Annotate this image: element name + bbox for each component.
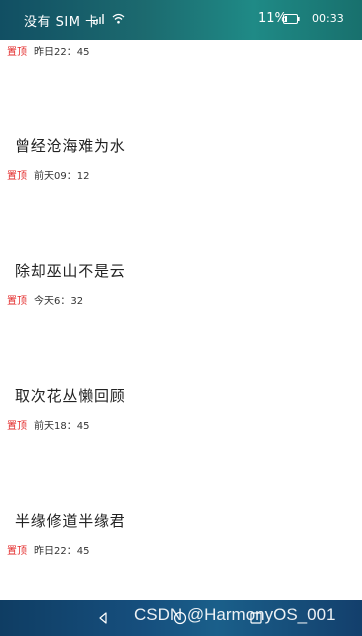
- navigation-bar: CSDN @HarmonyOS_001: [0, 600, 362, 636]
- watermark: CSDN @HarmonyOS_001: [134, 605, 336, 624]
- screen: 没有 SIM 卡 11% 00:33 置顶 昨日22：45 曾经沧海难为水 置顶…: [0, 0, 362, 636]
- item-title: 半缘修道半缘君: [15, 512, 126, 530]
- signal-icon: [93, 14, 104, 24]
- item-time: 昨日22：45: [34, 546, 90, 557]
- item-title: 曾经沧海难为水: [15, 137, 126, 155]
- pinned-tag: 置顶: [7, 421, 27, 432]
- battery-icon: [283, 14, 300, 24]
- item-time: 今天6：32: [34, 296, 84, 307]
- item-meta: 置顶 昨日22：45: [7, 43, 89, 58]
- item-title: 除却巫山不是云: [15, 262, 126, 280]
- item-meta: 置顶 昨日22：45: [7, 542, 89, 557]
- pinned-list[interactable]: 置顶 昨日22：45 曾经沧海难为水 置顶 前天09：12 除却巫山不是云 置顶 今天…: [0, 40, 362, 600]
- status-time: 00:33: [312, 12, 344, 25]
- carrier-label: 没有 SIM 卡: [24, 15, 99, 30]
- list-item[interactable]: 半缘修道半缘君 置顶 昨日22：45: [0, 470, 362, 595]
- item-time: 前天09：12: [34, 171, 90, 182]
- list-item[interactable]: 置顶 昨日22：45: [0, 40, 362, 95]
- status-bar: 没有 SIM 卡 11% 00:33: [0, 0, 362, 40]
- pinned-tag: 置顶: [7, 171, 27, 182]
- item-title: 取次花丛懒回顾: [15, 387, 126, 405]
- list-item[interactable]: 除却巫山不是云 置顶 今天6：32: [0, 220, 362, 345]
- wifi-icon: [112, 13, 125, 24]
- pinned-tag: 置顶: [7, 47, 27, 58]
- list-item[interactable]: 取次花丛懒回顾 置顶 前天18：45: [0, 345, 362, 470]
- pinned-tag: 置顶: [7, 546, 27, 557]
- back-icon[interactable]: [97, 612, 109, 624]
- item-meta: 置顶 前天18：45: [7, 417, 89, 432]
- list-item[interactable]: 曾经沧海难为水 置顶 前天09：12: [0, 95, 362, 220]
- pinned-tag: 置顶: [7, 296, 27, 307]
- item-time: 昨日22：45: [34, 47, 90, 58]
- item-time: 前天18：45: [34, 421, 90, 432]
- item-meta: 置顶 今天6：32: [7, 292, 83, 307]
- item-meta: 置顶 前天09：12: [7, 167, 89, 182]
